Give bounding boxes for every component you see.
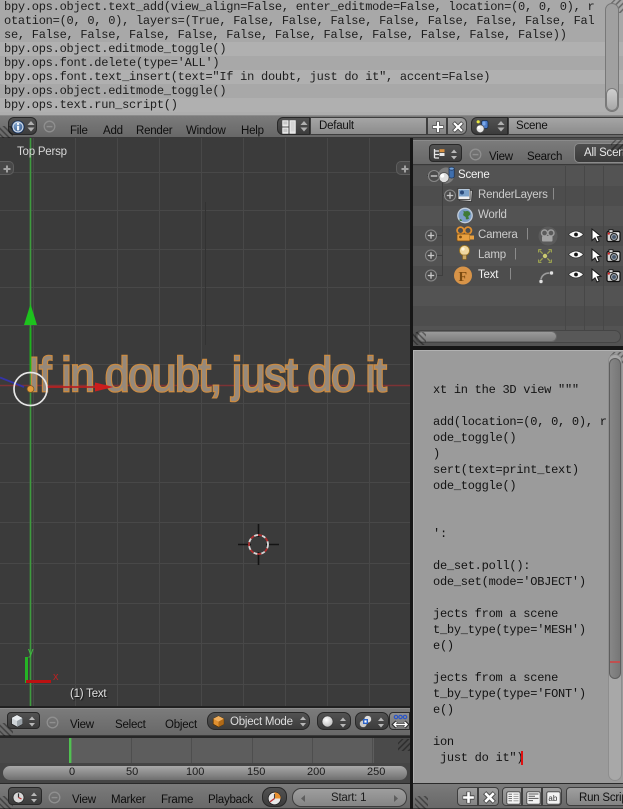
svg-text:ab: ab — [548, 794, 557, 803]
svg-text:F: F — [459, 270, 468, 285]
